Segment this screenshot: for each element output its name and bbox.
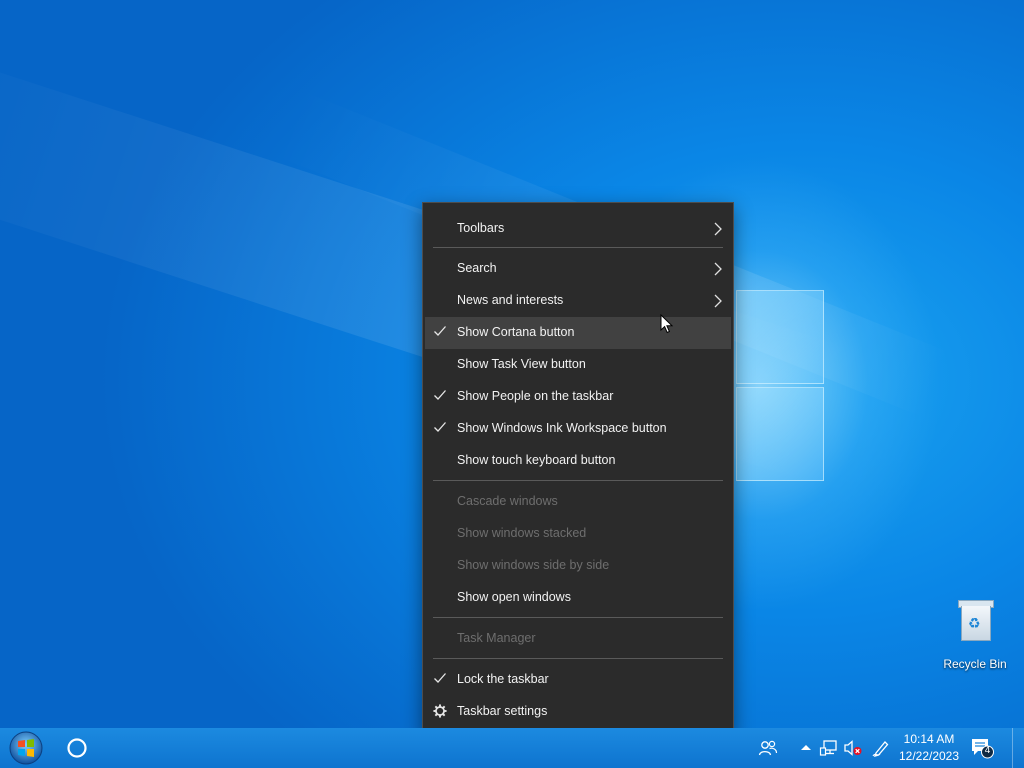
menu-item-label: Toolbars [457, 221, 505, 235]
desktop-icon-recycle-bin[interactable]: ♻ Recycle Bin [940, 600, 1010, 671]
mouse-cursor-icon [660, 314, 674, 334]
menu-item-toolbars[interactable]: Toolbars [425, 213, 731, 245]
menu-separator [433, 617, 723, 618]
menu-item-show-windows-ink[interactable]: Show Windows Ink Workspace button [425, 413, 731, 445]
menu-item-label: Show windows stacked [457, 526, 587, 540]
menu-item-label: Show Cortana button [457, 325, 575, 339]
chevron-right-icon [714, 222, 722, 236]
notification-count-badge: 4 [984, 745, 991, 756]
people-icon[interactable] [758, 738, 778, 758]
menu-item-show-task-view-button[interactable]: Show Task View button [425, 349, 731, 381]
windows-logo-pane [736, 387, 824, 481]
chevron-right-icon [714, 262, 722, 276]
menu-item-label: News and interests [457, 293, 564, 307]
menu-item-show-people[interactable]: Show People on the taskbar [425, 381, 731, 413]
desktop-icon-label: Recycle Bin [943, 657, 1007, 671]
menu-item-show-windows-side-by-side: Show windows side by side [425, 550, 731, 582]
menu-item-label: Search [457, 261, 497, 275]
checkmark-icon [434, 673, 446, 683]
menu-item-label: Show touch keyboard button [457, 453, 616, 467]
taskbar-context-menu: Toolbars Search News and interests Show … [422, 202, 734, 734]
menu-item-task-manager: Task Manager [425, 623, 731, 655]
menu-item-show-cortana-button[interactable]: Show Cortana button [425, 317, 731, 349]
menu-item-taskbar-settings[interactable]: Taskbar settings [425, 696, 731, 728]
cortana-circle-icon[interactable] [66, 737, 88, 759]
windows-ink-pen-icon[interactable] [871, 738, 891, 758]
taskbar[interactable]: 10:14 AM 12/22/2023 4 [0, 728, 1024, 768]
menu-item-lock-the-taskbar[interactable]: Lock the taskbar [425, 664, 731, 696]
gear-icon [433, 704, 447, 718]
menu-item-label: Show Task View button [457, 357, 586, 371]
action-center-button[interactable]: 4 [970, 737, 994, 759]
clock-date: 12/22/2023 [898, 749, 960, 763]
menu-item-news-and-interests[interactable]: News and interests [425, 285, 731, 317]
windows-logo-pane [736, 290, 824, 384]
recycle-bin-icon: ♻ [958, 600, 994, 641]
menu-item-label: Show Windows Ink Workspace button [457, 421, 667, 435]
menu-item-label: Show People on the taskbar [457, 389, 614, 403]
menu-item-show-open-windows[interactable]: Show open windows [425, 582, 731, 614]
checkmark-icon [434, 390, 446, 400]
checkmark-icon [434, 422, 446, 432]
volume-muted-icon[interactable] [843, 738, 863, 758]
menu-separator [433, 480, 723, 481]
chevron-right-icon [714, 294, 722, 308]
menu-item-label: Cascade windows [457, 494, 558, 508]
windows-start-orb-icon[interactable] [8, 730, 44, 766]
menu-item-label: Lock the taskbar [457, 672, 549, 686]
show-desktop-button[interactable] [1012, 728, 1024, 768]
show-hidden-icons-chevron-icon[interactable] [796, 738, 816, 758]
menu-item-label: Show open windows [457, 590, 571, 604]
menu-separator [433, 247, 723, 248]
taskbar-clock[interactable]: 10:14 AM 12/22/2023 [895, 731, 963, 765]
network-icon[interactable] [819, 738, 839, 758]
menu-separator [433, 658, 723, 659]
checkmark-icon [434, 326, 446, 336]
clock-time: 10:14 AM [903, 732, 955, 746]
menu-item-search[interactable]: Search [425, 253, 731, 285]
menu-item-show-touch-keyboard[interactable]: Show touch keyboard button [425, 445, 731, 477]
menu-item-label: Task Manager [457, 631, 536, 645]
menu-item-label: Taskbar settings [457, 704, 548, 718]
menu-item-cascade-windows: Cascade windows [425, 486, 731, 518]
menu-item-label: Show windows side by side [457, 558, 610, 572]
menu-item-show-windows-stacked: Show windows stacked [425, 518, 731, 550]
